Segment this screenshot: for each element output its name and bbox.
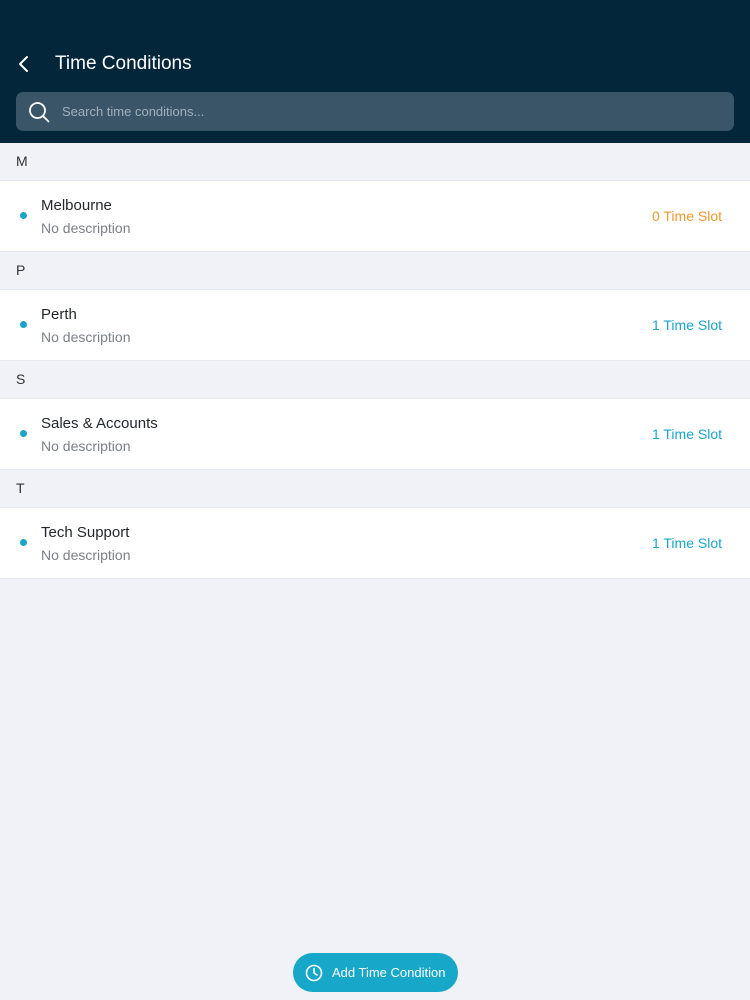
list-item[interactable]: Perth No description 1 Time Slot [0,289,750,361]
add-time-condition-label: Add Time Condition [332,965,446,980]
item-name: Sales & Accounts [41,415,158,432]
time-slot-count: 0 Time Slot [651,208,722,224]
app-header: Time Conditions [0,0,750,143]
search-bar[interactable] [16,92,734,131]
status-dot-icon [20,321,27,328]
section-header: S [0,361,750,398]
section-header: M [0,143,750,180]
time-conditions-list: M Melbourne No description 0 Time Slot P Pert… [0,143,750,579]
search-icon [29,102,50,123]
item-description: No description [41,438,131,454]
section-header: T [0,470,750,507]
page-title: Time Conditions [55,53,192,74]
time-slot-count: 1 Time Slot [651,535,722,551]
back-button[interactable] [10,50,38,78]
status-dot-icon [20,430,27,437]
chevron-left-icon [19,56,28,72]
list-item[interactable]: Melbourne No description 0 Time Slot [0,180,750,252]
time-slot-count: 1 Time Slot [651,317,722,333]
item-name: Tech Support [41,524,130,541]
status-dot-icon [20,212,27,219]
section-header: P [0,252,750,289]
clock-icon [305,964,323,981]
time-slot-count: 1 Time Slot [651,426,722,442]
item-name: Melbourne [41,197,112,214]
item-description: No description [41,220,131,236]
add-time-condition-button[interactable]: Add Time Condition [293,953,458,992]
list-item[interactable]: Sales & Accounts No description 1 Time Slo… [0,398,750,470]
status-dot-icon [20,539,27,546]
item-description: No description [41,547,131,563]
list-item[interactable]: Tech Support No description 1 Time Slot [0,507,750,579]
item-description: No description [41,329,131,345]
search-input[interactable] [62,92,722,131]
item-name: Perth [41,306,77,323]
